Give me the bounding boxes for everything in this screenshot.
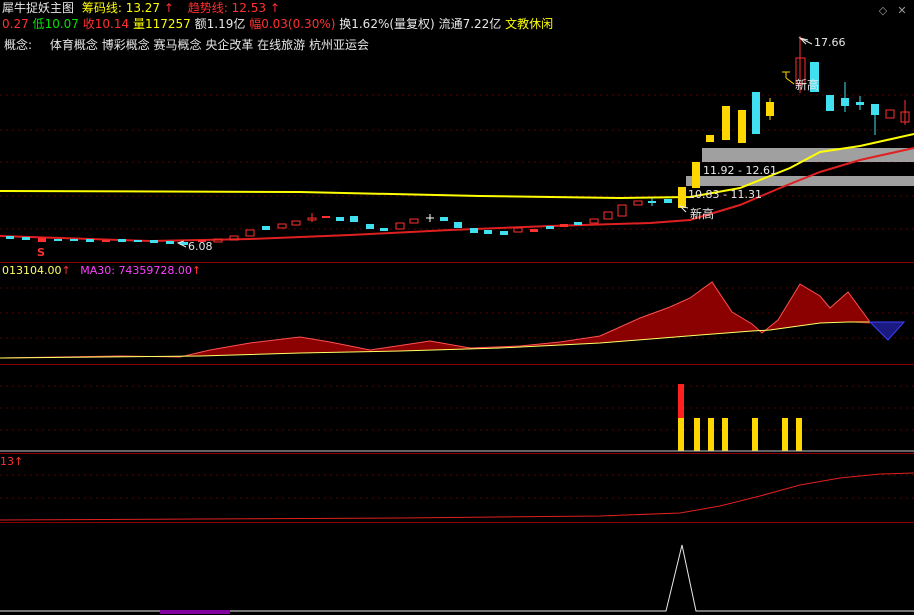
trend-panel-arrow: ↑ — [14, 455, 24, 468]
new-high-label: 新高 — [690, 207, 715, 221]
bottom-spike-line — [0, 544, 914, 612]
chip-zone-upper-label: 11.92 - 12.61 — [703, 164, 777, 177]
price-annotations — [176, 37, 813, 248]
signal-grid — [0, 385, 914, 431]
ma30-label: MA30: — [80, 264, 119, 277]
volume-value-arrow: ↑ — [61, 264, 71, 277]
trend-panel-value: 13 — [0, 455, 14, 468]
candles — [6, 36, 910, 245]
signal-bars — [678, 384, 802, 451]
kline-chart[interactable] — [0, 0, 914, 615]
trend-grid — [0, 474, 914, 499]
trend-panel-header: 13↑ — [0, 455, 23, 468]
low-price-label: 6.08 — [188, 240, 213, 253]
ma30-arrow: ↑ — [191, 264, 202, 277]
ma30-value: 74359728.00 — [118, 264, 192, 277]
volume-value-label: 013104.00 — [2, 264, 62, 277]
bottom-marker — [160, 610, 230, 614]
volume-negative-area — [868, 321, 906, 341]
trend-panel-line — [0, 472, 914, 521]
high-price-label: 17.66 — [814, 36, 846, 49]
chip-zone-lower-label: 10.83 - 11.31 — [688, 188, 762, 201]
volume-grid — [0, 287, 914, 339]
sell-signal-marker: S — [37, 246, 45, 259]
volume-panel-header: 013104.00↑ MA30: 74359728.00↑ — [2, 264, 201, 277]
volume-area — [0, 282, 870, 358]
new-high-label: 新高 — [795, 78, 820, 92]
